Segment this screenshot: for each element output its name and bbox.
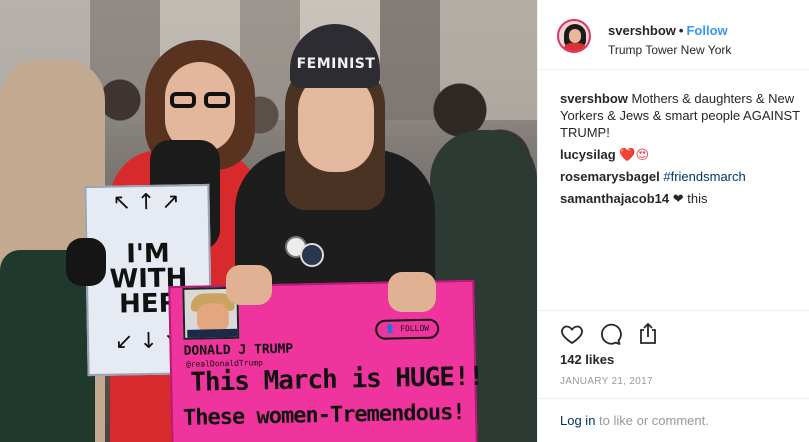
username-link[interactable]: svershbow	[608, 23, 676, 38]
arrow-icons: ↖↑↗	[112, 189, 187, 216]
login-prompt-text: to like or comment.	[595, 413, 709, 428]
sign-pink-name: DONALD J TRUMP	[183, 341, 294, 359]
login-prompt: Log in to like or comment.	[560, 413, 709, 428]
post-details-panel: svershbow • Follow Trump Tower New York sv…	[537, 0, 809, 442]
comment-username[interactable]: samanthajacob14	[560, 191, 669, 206]
post-date: JANUARY 21, 2017	[560, 376, 653, 387]
caption: svershbow Mothers & daughters & New York…	[560, 90, 800, 141]
speech-bubble-icon[interactable]	[598, 322, 622, 346]
post-header: svershbow • Follow Trump Tower New York	[538, 0, 809, 70]
comments-list: svershbow Mothers & daughters & New York…	[560, 90, 800, 212]
beanie-text: FEMINIST	[296, 56, 376, 72]
comment: lucysilag ❤️😍	[560, 146, 800, 163]
comment-text: ❤️😍	[619, 147, 650, 162]
instagram-post: FEMINIST ↖↑↗ I'M WITH HER ↙↓↘ DONALD J T…	[0, 0, 809, 442]
post-photo[interactable]: FEMINIST ↖↑↗ I'M WITH HER ↙↓↘ DONALD J T…	[0, 0, 537, 442]
follow-button[interactable]: Follow	[686, 23, 727, 38]
sign-pink-line1: This March is HUGE!!	[189, 361, 484, 398]
sign-pink-line2: These women-Tremendous!	[182, 400, 465, 431]
likes-count[interactable]: 142 likes	[560, 352, 614, 367]
heart-outline-icon[interactable]	[560, 322, 584, 346]
black-glove	[66, 238, 106, 286]
share-icon[interactable]	[636, 322, 660, 346]
comment-text: ❤ this	[672, 191, 708, 206]
sign-pink-follow-label: FOLLOW	[400, 323, 430, 334]
action-bar	[560, 322, 660, 346]
button-pin	[300, 243, 324, 267]
comment-username[interactable]: rosemarysbagel	[560, 169, 660, 184]
comment: rosemarysbagel #friendsmarch	[560, 168, 800, 185]
glasses	[170, 92, 232, 108]
left-hand	[226, 265, 272, 305]
location-link[interactable]: Trump Tower New York	[608, 43, 731, 57]
divider	[538, 398, 809, 399]
comment-username[interactable]: svershbow	[560, 91, 628, 106]
right-hand	[388, 272, 436, 312]
separator-dot: •	[678, 23, 684, 38]
sign-pink-follow: 👤 FOLLOW	[375, 318, 440, 340]
avatar[interactable]	[557, 19, 591, 53]
comment: samanthajacob14 ❤ this	[560, 190, 800, 207]
header-text: svershbow • Follow Trump Tower New York	[608, 23, 731, 57]
hashtag-link[interactable]: #friendsmarch	[663, 169, 745, 184]
comment-username[interactable]: lucysilag	[560, 147, 616, 162]
user-icon: 👤	[385, 324, 401, 334]
login-link[interactable]: Log in	[560, 413, 595, 428]
divider	[538, 310, 809, 311]
